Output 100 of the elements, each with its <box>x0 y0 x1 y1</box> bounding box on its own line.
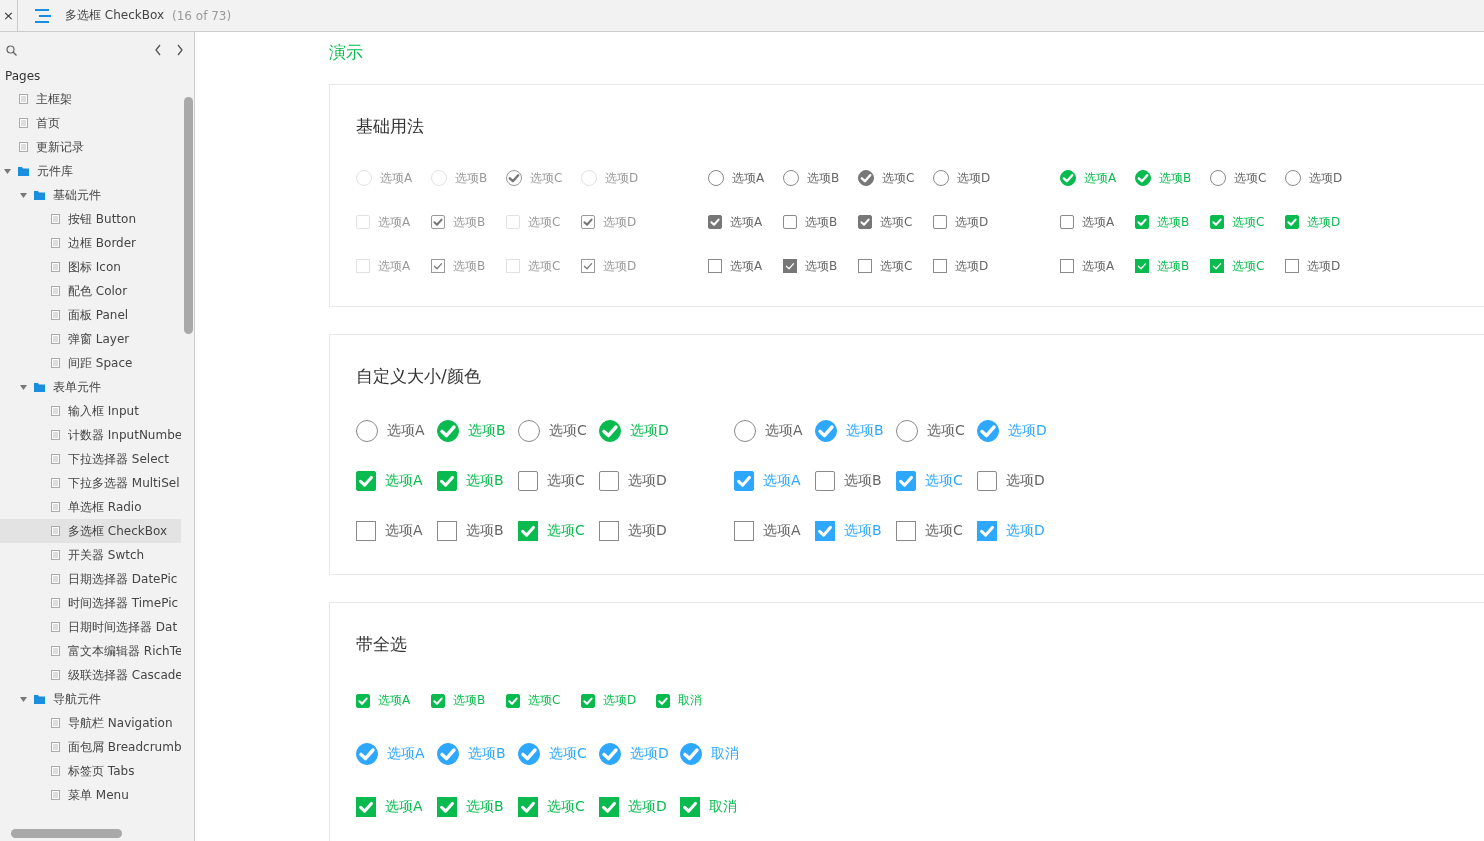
checkbox[interactable] <box>599 471 619 491</box>
tree-item[interactable]: 基础元件 <box>0 183 181 207</box>
tree-item[interactable]: 下拉选择器 Select <box>0 447 181 471</box>
checkbox[interactable] <box>977 471 997 491</box>
tree-item[interactable]: 首页 <box>0 111 181 135</box>
checkbox[interactable] <box>734 420 756 442</box>
tree-item[interactable]: 弹窗 Layer <box>0 327 181 351</box>
checkbox[interactable] <box>1060 215 1074 229</box>
tree-item[interactable]: 配色 Color <box>0 279 181 303</box>
tree-item[interactable]: 多选框 CheckBox <box>0 519 181 543</box>
checkbox[interactable] <box>356 796 376 817</box>
checkbox[interactable] <box>858 215 872 229</box>
checkbox[interactable] <box>431 693 445 708</box>
caret-icon[interactable] <box>20 192 27 198</box>
checkbox[interactable] <box>599 420 621 442</box>
checkbox[interactable] <box>734 521 754 541</box>
tree-item[interactable]: 图标 Icon <box>0 255 181 279</box>
checkbox[interactable] <box>708 215 722 229</box>
tree-item[interactable]: 输入框 Input <box>0 399 181 423</box>
checkbox[interactable] <box>437 521 457 541</box>
tree-item[interactable]: 主框架 <box>0 87 181 111</box>
checkbox[interactable] <box>680 742 702 765</box>
checkbox[interactable] <box>1060 170 1076 186</box>
tree-item[interactable]: 计数器 InputNumbe <box>0 423 181 447</box>
checkbox[interactable] <box>977 420 999 442</box>
close-button[interactable]: × <box>0 0 18 31</box>
checkbox[interactable] <box>1135 215 1149 229</box>
tree-item[interactable]: 标签页 Tabs <box>0 759 181 783</box>
checkbox[interactable] <box>1210 259 1224 273</box>
checkbox[interactable] <box>437 796 457 817</box>
checkbox[interactable] <box>518 521 538 541</box>
checkbox[interactable] <box>708 259 722 273</box>
checkbox[interactable] <box>933 170 949 186</box>
tree-item[interactable]: 下拉多选器 MultiSel <box>0 471 181 495</box>
checkbox[interactable] <box>1210 170 1226 186</box>
caret-icon[interactable] <box>20 384 27 390</box>
tree-item[interactable]: 日期选择器 DatePic <box>0 567 181 591</box>
checkbox[interactable] <box>896 471 916 491</box>
checkbox[interactable] <box>1135 259 1149 273</box>
checkbox[interactable] <box>858 170 874 186</box>
next-icon[interactable] <box>176 44 184 56</box>
checkbox[interactable] <box>933 259 947 273</box>
checkbox[interactable] <box>783 259 797 273</box>
checkbox[interactable] <box>708 170 724 186</box>
tree-item[interactable]: 菜单 Menu <box>0 783 181 807</box>
checkbox[interactable] <box>356 471 376 491</box>
scrollbar-thumb[interactable] <box>11 829 122 838</box>
checkbox[interactable] <box>1285 170 1301 186</box>
previous-icon[interactable] <box>154 44 162 56</box>
caret-icon[interactable] <box>4 168 11 174</box>
tree-item[interactable]: 边框 Border <box>0 231 181 255</box>
checkbox[interactable] <box>783 215 797 229</box>
checkbox[interactable] <box>518 420 540 442</box>
tree-item[interactable]: 间距 Space <box>0 351 181 375</box>
tree-item[interactable]: 面板 Panel <box>0 303 181 327</box>
checkbox[interactable] <box>1285 259 1299 273</box>
tree-item[interactable]: 面包屑 Breadcrumb <box>0 735 181 759</box>
checkbox[interactable] <box>356 742 378 765</box>
scrollbar-thumb[interactable] <box>184 97 193 334</box>
checkbox[interactable] <box>680 796 700 817</box>
checkbox[interactable] <box>858 259 872 273</box>
checkbox[interactable] <box>599 796 619 817</box>
checkbox[interactable] <box>599 742 621 765</box>
checkbox[interactable] <box>437 742 459 765</box>
checkbox[interactable] <box>815 521 835 541</box>
tree-item[interactable]: 单选框 Radio <box>0 495 181 519</box>
checkbox[interactable] <box>1210 215 1224 229</box>
checkbox[interactable] <box>1285 215 1299 229</box>
checkbox[interactable] <box>933 215 947 229</box>
tree-item[interactable]: 导航元件 <box>0 687 181 711</box>
checkbox[interactable] <box>437 471 457 491</box>
checkbox[interactable] <box>518 742 540 765</box>
checkbox[interactable] <box>896 420 918 442</box>
tree-item[interactable]: 时间选择器 TimePic <box>0 591 181 615</box>
checkbox[interactable] <box>518 796 538 817</box>
checkbox[interactable] <box>356 693 370 708</box>
menu-icon[interactable] <box>35 8 51 23</box>
tree-item[interactable]: 开关器 Swtch <box>0 543 181 567</box>
checkbox[interactable] <box>518 471 538 491</box>
checkbox[interactable] <box>506 693 520 708</box>
checkbox[interactable] <box>1135 170 1151 186</box>
tree-item[interactable]: 更新记录 <box>0 135 181 159</box>
checkbox[interactable] <box>815 471 835 491</box>
tree-item[interactable]: 导航栏 Navigation <box>0 711 181 735</box>
checkbox[interactable] <box>437 420 459 442</box>
checkbox[interactable] <box>581 693 595 708</box>
search-icon[interactable] <box>6 44 17 56</box>
caret-icon[interactable] <box>20 696 27 702</box>
checkbox[interactable] <box>356 521 376 541</box>
checkbox[interactable] <box>599 521 619 541</box>
tree-item[interactable]: 表单元件 <box>0 375 181 399</box>
checkbox[interactable] <box>977 521 997 541</box>
tree-item[interactable]: 日期时间选择器 Dat <box>0 615 181 639</box>
tree-item[interactable]: 元件库 <box>0 159 181 183</box>
checkbox[interactable] <box>656 693 670 708</box>
checkbox[interactable] <box>734 471 754 491</box>
checkbox[interactable] <box>896 521 916 541</box>
tree-item[interactable]: 按钮 Button <box>0 207 181 231</box>
checkbox[interactable] <box>1060 259 1074 273</box>
checkbox[interactable] <box>356 420 378 442</box>
